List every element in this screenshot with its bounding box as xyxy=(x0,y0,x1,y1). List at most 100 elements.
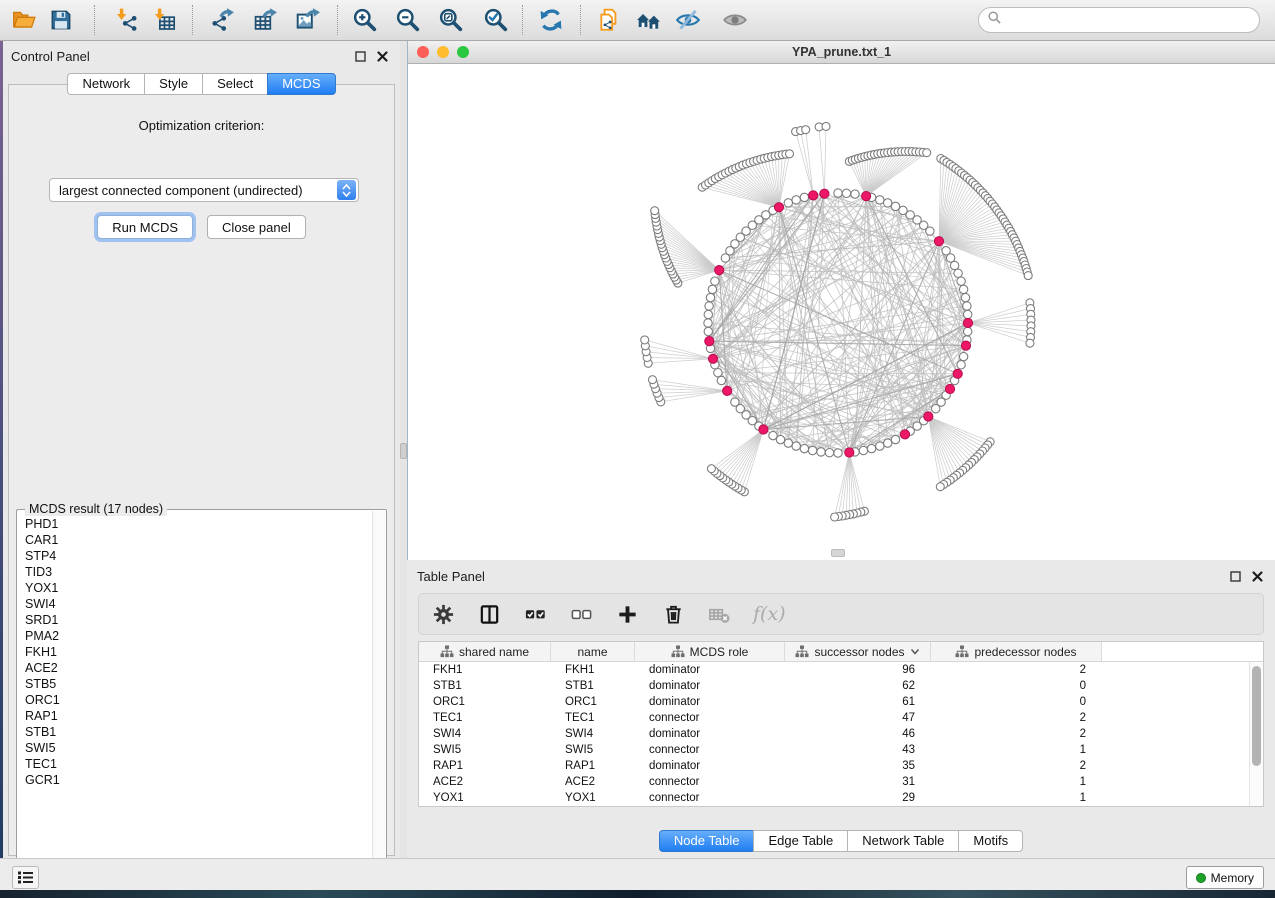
open-file-button[interactable] xyxy=(6,3,42,37)
close-panel-icon[interactable] xyxy=(374,48,390,64)
tab-motifs[interactable]: Motifs xyxy=(958,830,1023,852)
mcds-result-list[interactable]: PHD1CAR1STP4TID3YOX1SWI4SRD1PMA2FKH1ACE2… xyxy=(19,516,372,874)
graph-hub-node-selected[interactable] xyxy=(774,203,783,212)
graph-node[interactable] xyxy=(959,285,967,293)
settings-icon[interactable] xyxy=(431,602,455,626)
close-panel-icon[interactable] xyxy=(1249,568,1265,584)
search-box[interactable] xyxy=(978,7,1260,33)
tab-network-table[interactable]: Network Table xyxy=(847,830,958,852)
graph-node[interactable] xyxy=(884,439,892,447)
tab-node-table[interactable]: Node Table xyxy=(659,830,754,852)
vertical-splitter[interactable] xyxy=(400,41,407,858)
column-header-shared-name[interactable]: shared name xyxy=(419,642,551,661)
graph-node[interactable] xyxy=(706,293,714,301)
graph-hub-node-selected[interactable] xyxy=(715,266,724,275)
deselect-all-icon[interactable] xyxy=(569,602,593,626)
mcds-result-node[interactable]: RAP1 xyxy=(19,708,372,724)
graph-node[interactable] xyxy=(800,193,808,201)
graph-node[interactable] xyxy=(786,150,794,158)
column-header-name[interactable]: name xyxy=(551,642,635,661)
save-session-button[interactable] xyxy=(43,3,79,37)
table-row[interactable]: ORC1ORC1dominator610 xyxy=(419,694,1249,710)
run-mcds-button[interactable]: Run MCDS xyxy=(97,215,193,239)
graph-node[interactable] xyxy=(792,196,800,204)
graph-node[interactable] xyxy=(731,398,739,406)
graph-node[interactable] xyxy=(1026,339,1034,347)
mcds-result-node[interactable]: PMA2 xyxy=(19,628,372,644)
graph-node[interactable] xyxy=(711,277,719,285)
mcds-result-node[interactable]: SRD1 xyxy=(19,612,372,628)
graph-hub-node-selected[interactable] xyxy=(953,369,962,378)
table-row[interactable]: STB1STB1dominator620 xyxy=(419,678,1249,694)
graph-node[interactable] xyxy=(705,302,713,310)
graph-node[interactable] xyxy=(932,405,940,413)
export-network-button[interactable] xyxy=(204,3,240,37)
graph-node[interactable] xyxy=(876,442,884,450)
table-scrollbar[interactable] xyxy=(1249,662,1263,806)
split-columns-icon[interactable] xyxy=(477,602,501,626)
graph-node[interactable] xyxy=(859,446,867,454)
graph-node[interactable] xyxy=(649,376,657,384)
graph-node[interactable] xyxy=(714,369,722,377)
tab-edge-table[interactable]: Edge Table xyxy=(753,830,847,852)
graph-node[interactable] xyxy=(834,449,842,457)
hide-selected-button[interactable] xyxy=(670,3,706,37)
zoom-out-button[interactable] xyxy=(390,3,426,37)
table-row[interactable]: SWI4SWI4dominator462 xyxy=(419,726,1249,742)
tab-select[interactable]: Select xyxy=(202,73,267,95)
graph-node[interactable] xyxy=(800,444,808,452)
table-row[interactable]: ACE2ACE2connector311 xyxy=(419,774,1249,790)
graph-node[interactable] xyxy=(717,376,725,384)
graph-node[interactable] xyxy=(963,302,971,310)
graph-node[interactable] xyxy=(808,446,816,454)
graph-node[interactable] xyxy=(831,513,839,521)
zoom-fit-button[interactable] xyxy=(433,3,469,37)
close-panel-button[interactable]: Close panel xyxy=(207,215,306,239)
graph-hub-node-selected[interactable] xyxy=(963,318,972,327)
horizontal-splitter-grip[interactable] xyxy=(831,549,845,557)
result-list-scrollbar[interactable] xyxy=(372,511,385,875)
mcds-result-node[interactable]: TID3 xyxy=(19,564,372,580)
zoom-selected-button[interactable] xyxy=(478,3,514,37)
mcds-result-node[interactable]: FKH1 xyxy=(19,644,372,660)
graph-node[interactable] xyxy=(964,327,972,335)
network-graph-canvas[interactable] xyxy=(408,64,1275,559)
graph-node[interactable] xyxy=(964,310,972,318)
add-row-icon[interactable] xyxy=(615,602,639,626)
mcds-result-node[interactable]: PHD1 xyxy=(19,516,372,532)
graph-node[interactable] xyxy=(769,431,777,439)
clone-network-button[interactable] xyxy=(592,3,628,37)
table-scrollbar-thumb[interactable] xyxy=(1252,666,1261,766)
graph-node[interactable] xyxy=(784,199,792,207)
graph-node[interactable] xyxy=(950,261,958,269)
graph-node[interactable] xyxy=(923,149,931,157)
column-header-successor-nodes[interactable]: successor nodes xyxy=(785,642,931,661)
column-header-predecessor-nodes[interactable]: predecessor nodes xyxy=(931,642,1102,661)
graph-hub-node-selected[interactable] xyxy=(945,384,954,393)
table-row[interactable]: FKH1FKH1dominator962 xyxy=(419,662,1249,678)
graph-node[interactable] xyxy=(704,327,712,335)
graph-node[interactable] xyxy=(651,207,659,215)
show-hidden-button[interactable] xyxy=(717,3,753,37)
graph-node[interactable] xyxy=(792,442,800,450)
graph-node[interactable] xyxy=(936,483,944,491)
graph-node[interactable] xyxy=(851,190,859,198)
splitter-grip[interactable] xyxy=(400,443,407,459)
mcds-result-node[interactable]: CAR1 xyxy=(19,532,372,548)
mcds-result-node[interactable]: SWI4 xyxy=(19,596,372,612)
table-row[interactable]: SWI5SWI5connector431 xyxy=(419,742,1249,758)
mcds-result-node[interactable]: STP4 xyxy=(19,548,372,564)
graph-hub-node-selected[interactable] xyxy=(845,448,854,457)
float-panel-icon[interactable] xyxy=(1227,568,1243,584)
graph-hub-node-selected[interactable] xyxy=(708,354,717,363)
refresh-layout-button[interactable] xyxy=(533,3,569,37)
mcds-result-node[interactable]: STB5 xyxy=(19,676,372,692)
tab-mcds[interactable]: MCDS xyxy=(267,73,335,95)
graph-hub-node-selected[interactable] xyxy=(759,425,768,434)
graph-hub-node-selected[interactable] xyxy=(809,191,818,200)
graph-node[interactable] xyxy=(1024,272,1032,280)
graph-node[interactable] xyxy=(842,189,850,197)
graph-node[interactable] xyxy=(959,352,967,360)
graph-hub-node-selected[interactable] xyxy=(820,189,829,198)
task-history-button[interactable] xyxy=(12,866,39,889)
